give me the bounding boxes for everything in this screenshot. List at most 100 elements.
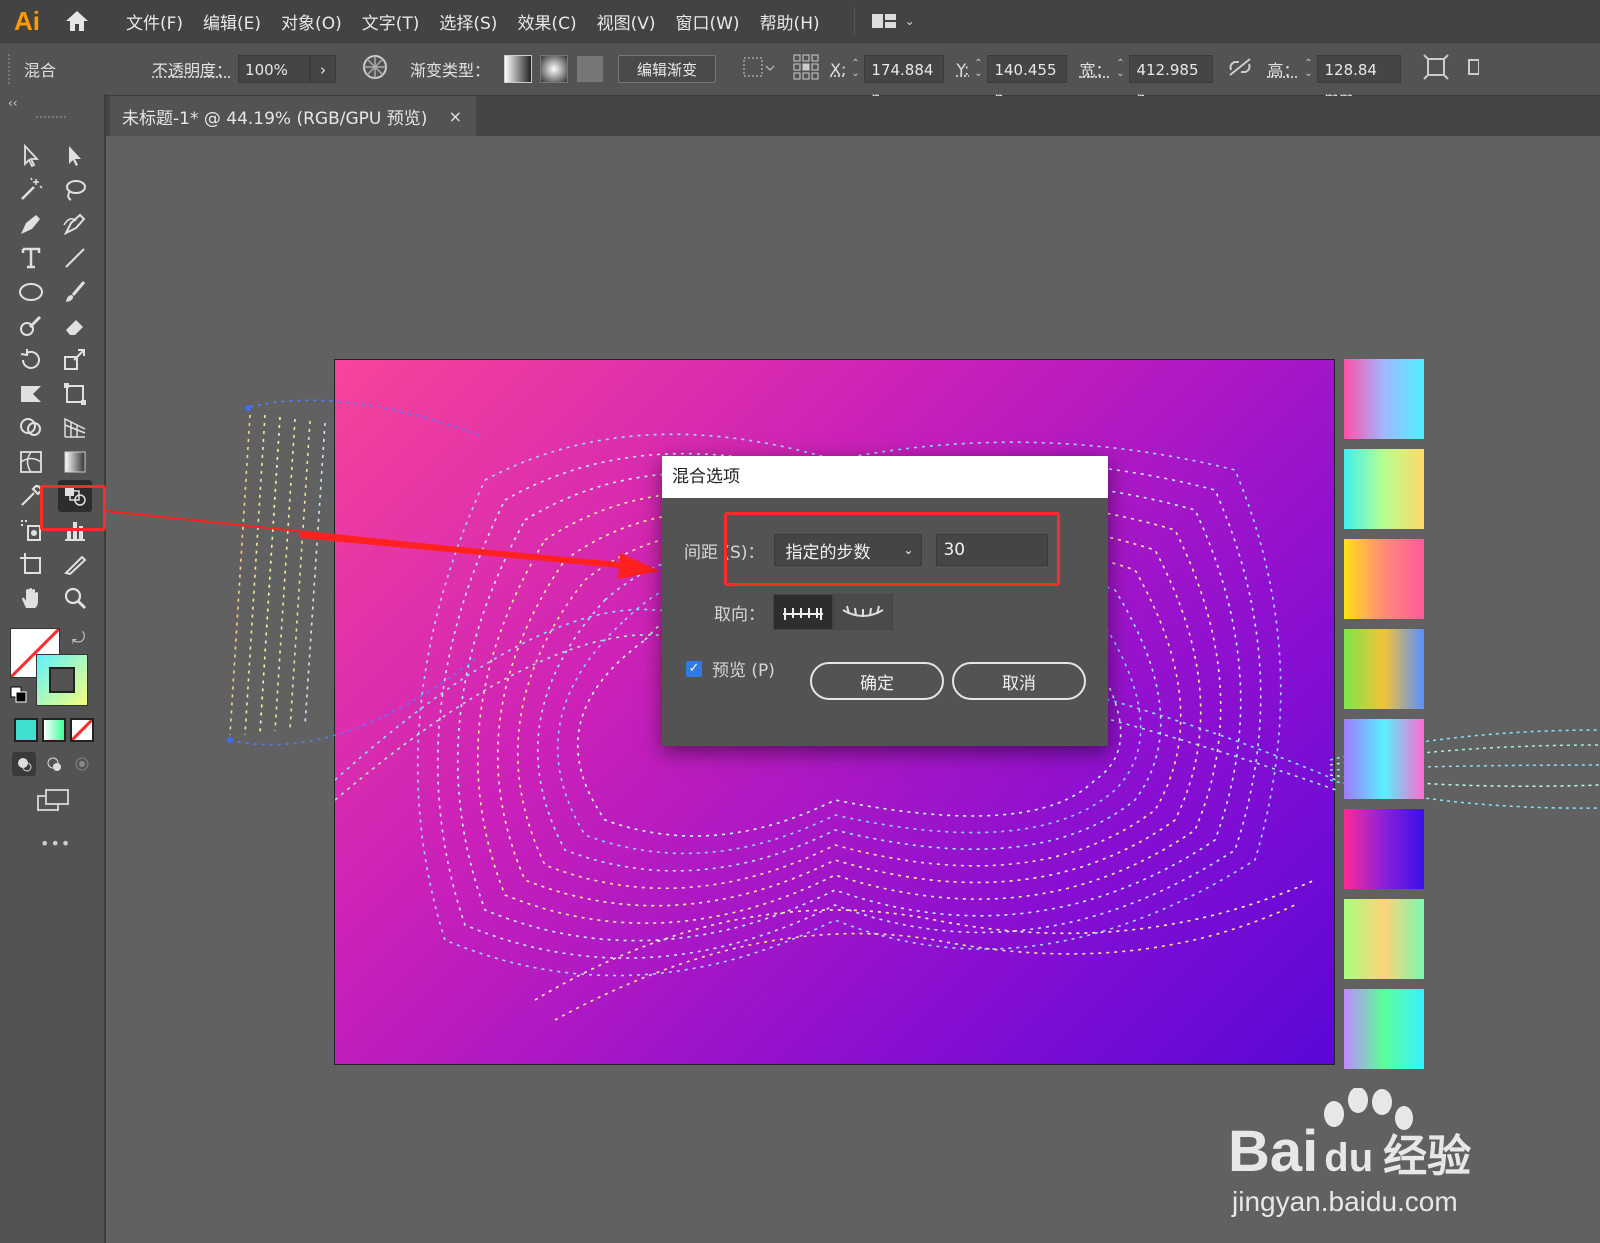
gradient-tool[interactable] — [58, 446, 92, 478]
edit-gradient-button[interactable]: 编辑渐变 — [618, 55, 717, 83]
dialog-title: 混合选项 — [662, 456, 1108, 498]
opacity-input[interactable]: 100% — [238, 55, 311, 83]
watermark-brand-du: du — [1324, 1136, 1374, 1180]
offcanvas-blend-left — [227, 399, 481, 746]
y-input[interactable]: 140.455 n — [987, 55, 1068, 107]
ellipse-tool[interactable] — [14, 276, 48, 308]
stroke-hole — [49, 667, 75, 693]
curvature-tool[interactable] — [58, 208, 92, 240]
menu-window[interactable]: 窗口(W) — [675, 9, 739, 34]
preview-row[interactable]: ✓ 预览 (P) — [686, 656, 775, 681]
more-options-icon[interactable] — [1467, 54, 1481, 84]
reference-point-icon[interactable] — [792, 53, 820, 85]
scale-tool[interactable] — [58, 344, 92, 376]
hand-tool[interactable] — [14, 582, 48, 614]
workspace-switcher[interactable]: ⌄ — [853, 7, 915, 35]
lasso-tool[interactable] — [58, 174, 92, 206]
document-tab-bar: 未标题-1* @ 44.19% (RGB/GPU 预览) × — [106, 96, 1600, 136]
height-stepper[interactable]: ⌃ ⌄ — [1299, 54, 1317, 84]
height-input[interactable]: 128.84 mm — [1317, 55, 1402, 107]
gradient-swatch-8[interactable] — [1344, 989, 1424, 1069]
freeform-gradient-button[interactable] — [576, 55, 605, 83]
draw-normal-icon[interactable] — [12, 752, 36, 776]
menu-effect[interactable]: 效果(C) — [517, 9, 576, 34]
align-to-path-button[interactable] — [833, 594, 893, 630]
x-input[interactable]: 174.884 n — [864, 55, 945, 107]
preview-checkbox[interactable]: ✓ — [686, 660, 702, 677]
gradient-swatch-7[interactable] — [1344, 899, 1424, 979]
link-proportions-icon[interactable] — [1227, 56, 1253, 82]
linear-gradient-button[interactable] — [504, 55, 533, 83]
radial-gradient-button[interactable] — [540, 55, 569, 83]
transform-icon[interactable] — [1423, 54, 1450, 84]
home-icon[interactable] — [54, 0, 100, 42]
shaper-tool[interactable] — [14, 310, 48, 342]
stroke-swatch[interactable] — [36, 654, 88, 706]
draw-inside-icon[interactable] — [70, 752, 94, 776]
magic-wand-tool[interactable] — [14, 174, 48, 206]
document-tab[interactable]: 未标题-1* @ 44.19% (RGB/GPU 预览) × — [110, 96, 476, 136]
pen-tool[interactable] — [14, 208, 48, 240]
menu-help[interactable]: 帮助(H) — [760, 9, 820, 34]
eraser-tool[interactable] — [58, 310, 92, 342]
gradient-swatch-2[interactable] — [1344, 449, 1424, 529]
width-tool[interactable] — [14, 378, 48, 410]
selection-tool[interactable] — [14, 140, 48, 172]
close-tab-icon[interactable]: × — [449, 107, 462, 126]
menu-object[interactable]: 对象(O) — [281, 9, 342, 34]
menu-edit[interactable]: 编辑(E) — [203, 9, 261, 34]
line-segment-tool[interactable] — [58, 242, 92, 274]
artboard-tool[interactable] — [14, 548, 48, 580]
opacity-expand-button[interactable]: › — [310, 55, 337, 83]
menu-bar: Ai 文件(F) 编辑(E) 对象(O) 文字(T) 选择(S) 效果(C) 视… — [0, 0, 1600, 42]
screen-mode-icon[interactable] — [36, 788, 70, 818]
ok-button[interactable]: 确定 — [810, 662, 944, 700]
menu-file[interactable]: 文件(F) — [126, 9, 183, 34]
menu-select[interactable]: 选择(S) — [439, 9, 497, 34]
slice-tool[interactable] — [58, 548, 92, 580]
blend-options-dialog: 混合选项 间距 (S)： 指定的步数 ⌄ 30 取向： ✓ 预览 (P) 确定 … — [662, 456, 1108, 746]
highlight-blend-tool — [40, 485, 106, 531]
gradient-swatch-1[interactable] — [1344, 359, 1424, 439]
free-transform-tool[interactable] — [58, 378, 92, 410]
y-label: Y: — [956, 59, 970, 79]
mesh-tool[interactable] — [14, 446, 48, 478]
shape-builder-tool[interactable] — [14, 412, 48, 444]
gradient-swatch-4[interactable] — [1344, 629, 1424, 709]
recolor-icon[interactable] — [362, 54, 388, 84]
default-fill-stroke-icon[interactable] — [10, 686, 28, 708]
annotation-arrow — [105, 510, 660, 579]
x-stepper[interactable]: ⌃ ⌄ — [846, 54, 864, 84]
direct-selection-tool[interactable] — [58, 140, 92, 172]
edit-toolbar-button[interactable]: ••• — [40, 834, 71, 853]
swap-fill-stroke-icon[interactable]: ⤾ — [72, 628, 85, 648]
align-to-page-button[interactable] — [773, 594, 833, 630]
y-stepper[interactable]: ⌃ ⌄ — [969, 54, 987, 84]
menu-view[interactable]: 视图(V) — [597, 9, 656, 34]
width-stepper[interactable]: ⌃ ⌄ — [1111, 54, 1129, 84]
mode-label: 混合 — [24, 61, 57, 80]
orientation-label: 取向： — [714, 604, 765, 625]
gradient-type-label: 渐变类型： — [410, 61, 491, 80]
menu-type[interactable]: 文字(T) — [362, 9, 420, 34]
gradient-swatch-3[interactable] — [1344, 539, 1424, 619]
gradient-swatch-6[interactable] — [1344, 809, 1424, 889]
gradient-mode-button[interactable] — [42, 718, 66, 742]
rotate-tool[interactable] — [14, 344, 48, 376]
grip-handle[interactable] — [8, 54, 14, 84]
zoom-tool[interactable] — [58, 582, 92, 614]
opacity-label[interactable]: 不透明度： — [152, 57, 232, 81]
cancel-button[interactable]: 取消 — [952, 662, 1086, 700]
panel-grip[interactable] — [36, 116, 66, 122]
document-tab-title: 未标题-1* @ 44.19% (RGB/GPU 预览) — [122, 108, 428, 129]
type-tool[interactable] — [14, 242, 48, 274]
align-icon[interactable] — [742, 54, 776, 84]
paintbrush-tool[interactable] — [58, 276, 92, 308]
collapse-panel-button[interactable]: ‹‹ — [8, 96, 18, 110]
width-input[interactable]: 412.985 n — [1129, 55, 1214, 107]
color-mode-button[interactable] — [14, 718, 38, 742]
draw-behind-icon[interactable] — [42, 752, 66, 776]
perspective-grid-tool[interactable] — [58, 412, 92, 444]
gradient-swatch-5[interactable] — [1344, 719, 1424, 799]
none-mode-button[interactable] — [70, 718, 94, 742]
